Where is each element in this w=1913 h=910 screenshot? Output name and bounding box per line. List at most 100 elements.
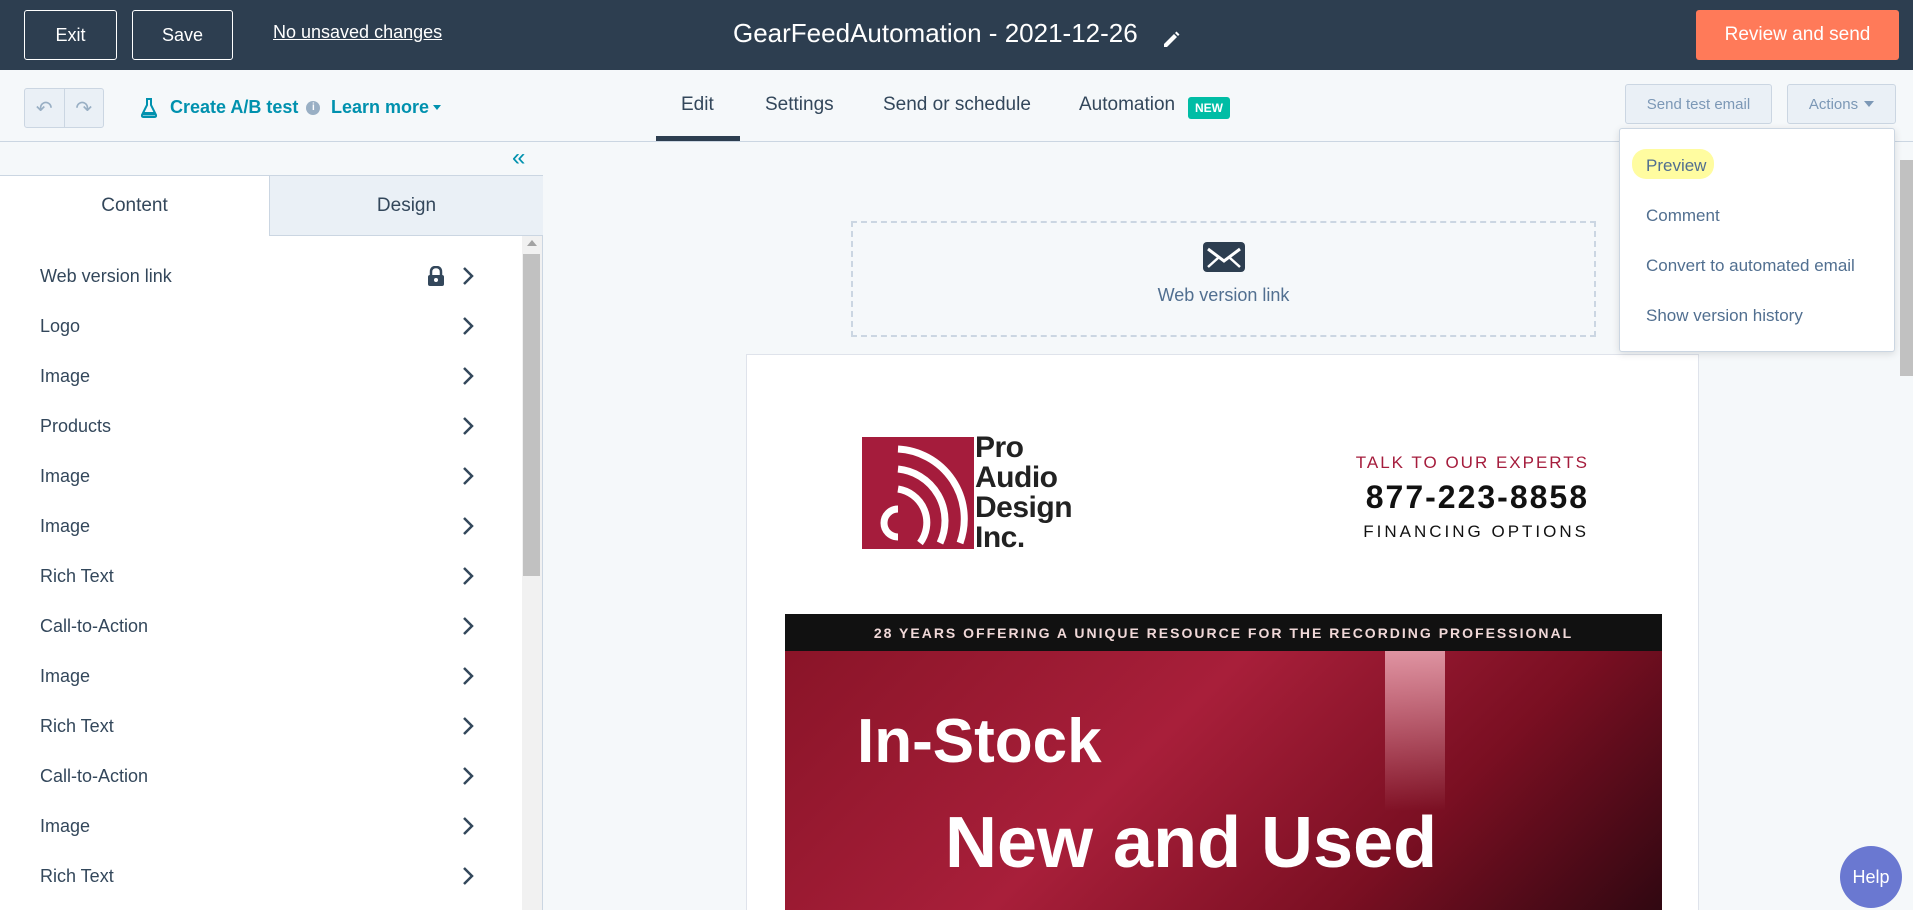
module-list: Web version link Logo Image Products Ima… xyxy=(0,251,520,901)
module-item[interactable]: Products xyxy=(0,401,520,451)
module-item[interactable]: Image xyxy=(0,451,520,501)
chevron-right-icon xyxy=(463,867,474,885)
module-item[interactable]: Web version link xyxy=(0,251,520,301)
chevron-right-icon xyxy=(463,667,474,685)
module-item[interactable]: Image xyxy=(0,801,520,851)
tab-content[interactable]: Content xyxy=(0,175,270,236)
module-label: Rich Text xyxy=(40,565,114,586)
new-badge: NEW xyxy=(1188,97,1230,119)
sidebar: « Content Design Web version link Logo I… xyxy=(0,142,543,910)
module-item[interactable]: Call-to-Action xyxy=(0,751,520,801)
module-label: Image xyxy=(40,465,91,486)
module-label: Call-to-Action xyxy=(40,615,149,636)
logo-line: Pro xyxy=(975,431,1024,464)
actions-label: Actions xyxy=(1808,95,1859,113)
chevron-right-icon xyxy=(463,367,474,385)
scrollbar-thumb[interactable] xyxy=(523,254,540,576)
sound-waves-icon xyxy=(880,445,968,546)
chevron-right-icon xyxy=(463,767,474,785)
logo-text: Pro Audio Design Inc. xyxy=(975,431,1073,554)
hero-headline-1: In-Stock xyxy=(857,707,1102,776)
undo-redo-group: ↶ ↷ xyxy=(24,88,104,128)
chevron-right-icon xyxy=(463,717,474,735)
menu-item-preview[interactable]: Preview xyxy=(1646,156,1706,176)
active-tab-indicator xyxy=(656,136,740,141)
hero-banner-text: 28 YEARS OFFERING A UNIQUE RESOURCE FOR … xyxy=(785,614,1662,651)
sidebar-header: « xyxy=(0,142,543,175)
module-label: Image xyxy=(40,365,91,386)
chevron-right-icon xyxy=(463,517,474,535)
module-label: Rich Text xyxy=(40,865,114,886)
menu-item-convert-to-automated-email[interactable]: Convert to automated email xyxy=(1646,256,1855,276)
unsaved-changes-link[interactable]: No unsaved changes xyxy=(273,22,442,43)
email-title: GearFeedAutomation - 2021-12-26 xyxy=(733,18,1138,48)
ab-test-label: Create A/B test xyxy=(170,97,299,117)
logo[interactable]: Pro Audio Design Inc. xyxy=(862,433,1102,555)
module-item[interactable]: Rich Text xyxy=(0,851,520,901)
contact-block[interactable]: TALK TO OUR EXPERTS 877-223-8858 FINANCI… xyxy=(1356,453,1589,542)
sidebar-tabs: Content Design xyxy=(0,175,543,236)
financing-options-text: FINANCING OPTIONS xyxy=(1363,522,1589,541)
tab-send-or-schedule[interactable]: Send or schedule xyxy=(883,94,1031,116)
undo-icon[interactable]: ↶ xyxy=(25,89,64,127)
save-button[interactable]: Save xyxy=(132,10,233,60)
module-item[interactable]: Call-to-Action xyxy=(0,601,520,651)
chevron-right-icon xyxy=(463,317,474,335)
actions-dropdown-button[interactable]: Actions xyxy=(1787,84,1896,124)
talk-to-experts-text: TALK TO OUR EXPERTS xyxy=(1355,453,1589,472)
tab-design[interactable]: Design xyxy=(270,175,543,236)
actions-dropdown-menu: Preview Comment Convert to automated ema… xyxy=(1619,128,1895,352)
module-item[interactable]: Image xyxy=(0,501,520,551)
learn-more-label: Learn more xyxy=(331,97,430,117)
hero-headline-2: New and Used xyxy=(945,803,1438,883)
tab-edit[interactable]: Edit xyxy=(681,94,714,116)
chevron-right-icon xyxy=(463,267,474,285)
module-item[interactable]: Image xyxy=(0,651,520,701)
collapse-sidebar-icon[interactable]: « xyxy=(512,146,525,170)
module-label: Image xyxy=(40,665,91,686)
web-version-link-module[interactable]: Web version link xyxy=(851,221,1596,337)
module-item[interactable]: Logo xyxy=(0,301,520,351)
chevron-right-icon xyxy=(463,417,474,435)
module-item[interactable]: Rich Text xyxy=(0,701,520,751)
chevron-right-icon xyxy=(463,617,474,635)
module-label: Rich Text xyxy=(40,715,114,736)
pencil-icon[interactable] xyxy=(1162,25,1180,47)
send-test-email-button[interactable]: Send test email xyxy=(1625,84,1772,124)
hero-image[interactable]: 28 YEARS OFFERING A UNIQUE RESOURCE FOR … xyxy=(785,614,1662,910)
learn-more-dropdown[interactable]: Learn more xyxy=(331,97,442,118)
tab-automation[interactable]: Automation xyxy=(1079,94,1175,116)
exit-button[interactable]: Exit xyxy=(24,10,117,60)
create-ab-test-link[interactable]: Create A/B test i xyxy=(140,97,321,118)
review-and-send-button[interactable]: Review and send xyxy=(1696,10,1899,60)
help-button[interactable]: Help xyxy=(1840,846,1902,908)
stage-light xyxy=(1385,651,1445,811)
menu-item-show-version-history[interactable]: Show version history xyxy=(1646,306,1803,326)
email-body[interactable]: Pro Audio Design Inc. TALK TO OUR EXPERT… xyxy=(746,354,1699,910)
module-label: Call-to-Action xyxy=(40,765,149,786)
tab-settings[interactable]: Settings xyxy=(765,94,834,116)
module-label: Image xyxy=(40,515,91,536)
module-label: Logo xyxy=(40,315,81,336)
logo-line: Inc. xyxy=(975,521,1025,554)
chevron-right-icon xyxy=(463,467,474,485)
chevron-right-icon xyxy=(463,817,474,835)
chevron-right-icon xyxy=(463,567,474,585)
web-version-link-label: Web version link xyxy=(1157,285,1290,305)
module-label: Image xyxy=(40,815,91,836)
phone-number: 877-223-8858 xyxy=(1365,479,1589,515)
menu-item-comment[interactable]: Comment xyxy=(1646,206,1720,226)
logo-line: Design xyxy=(975,491,1073,524)
sidebar-scrollbar[interactable] xyxy=(522,236,542,910)
flask-icon xyxy=(140,97,158,118)
lock-icon xyxy=(428,266,444,286)
redo-icon[interactable]: ↷ xyxy=(63,89,104,127)
module-item[interactable]: Image xyxy=(0,351,520,401)
logo-mark xyxy=(862,437,974,549)
scroll-up-arrow-icon[interactable] xyxy=(527,240,537,246)
info-icon[interactable]: i xyxy=(306,100,321,115)
top-bar: Exit Save No unsaved changes GearFeedAut… xyxy=(0,0,1913,70)
page-scrollbar-thumb[interactable] xyxy=(1900,160,1913,376)
caret-down-icon xyxy=(1864,101,1875,107)
module-item[interactable]: Rich Text xyxy=(0,551,520,601)
